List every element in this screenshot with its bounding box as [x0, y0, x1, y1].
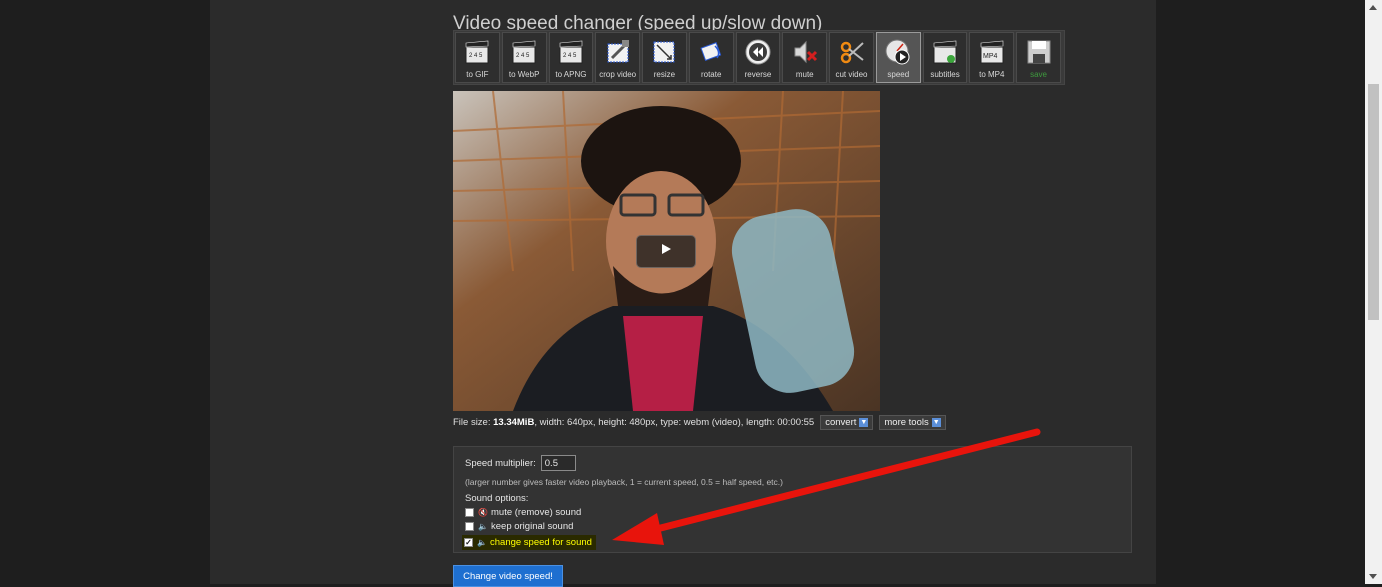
mute-sound-checkbox[interactable] [465, 508, 474, 517]
file-size: 13.34MiB [493, 417, 535, 428]
sound-option-keep[interactable]: 🔈 keep original sound [465, 521, 573, 532]
tool-to-webp[interactable]: 2 4 5 to WebP [501, 32, 547, 83]
tool-label: speed [887, 70, 910, 79]
tool-to-gif[interactable]: 2 4 5 to GIF [455, 32, 500, 83]
speed-hint: (larger number gives faster video playba… [465, 477, 783, 487]
tool-save[interactable]: save [1016, 32, 1061, 83]
sound-option-label: mute (remove) sound [491, 507, 582, 518]
rotate-icon [696, 37, 726, 67]
more-tools-button[interactable]: more tools ▼ [879, 415, 946, 430]
page-scrollbar[interactable] [1365, 0, 1382, 584]
tool-label: mute [795, 70, 814, 79]
more-tools-label: more tools [884, 417, 929, 428]
tool-label: save [1030, 70, 1048, 79]
play-button[interactable] [636, 235, 696, 268]
tool-label: subtitles [930, 70, 960, 79]
mute-icon [790, 37, 820, 67]
file-info: File size: 13.34MiB, width: 640px, heigh… [453, 415, 946, 430]
sound-option-change-speed[interactable]: 🔈 change speed for sound [462, 535, 596, 550]
scissors-icon [837, 37, 867, 67]
resize-icon [649, 37, 679, 67]
tool-toolbar: 2 4 5 to GIF 2 4 5 to WebP 2 4 5 to APNG… [453, 30, 1065, 85]
speedometer-icon [883, 37, 913, 67]
speed-multiplier-row: Speed multiplier: [465, 455, 576, 471]
tool-label: crop video [599, 70, 637, 79]
video-player[interactable] [453, 91, 880, 411]
tool-label: rotate [700, 70, 722, 79]
clapperboard-icon: 2 4 5 [556, 37, 586, 67]
sound-option-label: keep original sound [491, 521, 574, 532]
tool-label: to MP4 [979, 70, 1005, 79]
file-details: , width: 640px, height: 480px, type: web… [534, 417, 815, 428]
tool-crop-video[interactable]: crop video [595, 32, 641, 83]
download-arrow-icon: ▼ [859, 418, 869, 427]
tool-label: cut video [835, 70, 868, 79]
sound-options-label: Sound options: [465, 493, 529, 504]
svg-text:MP4: MP4 [983, 53, 998, 60]
tool-label: to APNG [555, 70, 587, 79]
tool-rotate[interactable]: rotate [688, 32, 734, 83]
tool-label: to WebP [508, 70, 540, 79]
speaker-muted-icon: 🔇 [478, 508, 488, 517]
convert-button[interactable]: convert ▼ [820, 415, 874, 430]
sound-option-label: change speed for sound [490, 537, 592, 548]
file-info-prefix: File size: [453, 417, 491, 428]
scrollbar-thumb[interactable] [1368, 84, 1379, 320]
tool-cut-video[interactable]: cut video [829, 32, 874, 83]
svg-text:2 4 5: 2 4 5 [469, 53, 483, 59]
speed-multiplier-input[interactable] [540, 455, 576, 471]
tool-mute[interactable]: mute [782, 32, 828, 83]
tool-resize[interactable]: resize [642, 32, 687, 83]
mp4-clapperboard-icon: MP4 [977, 37, 1007, 67]
tool-label: reverse [744, 70, 772, 79]
change-speed-sound-checkbox[interactable] [464, 538, 473, 547]
clapperboard-icon: 2 4 5 [462, 37, 492, 67]
svg-text:2 4 5: 2 4 5 [516, 53, 530, 59]
clapperboard-icon: 2 4 5 [509, 37, 539, 67]
play-icon [659, 242, 673, 261]
floppy-disk-icon [1024, 37, 1054, 67]
tool-label: to GIF [466, 70, 489, 79]
tool-subtitles[interactable]: subtitles [922, 32, 968, 83]
speaker-icon: 🔈 [478, 522, 488, 531]
speed-multiplier-label: Speed multiplier: [465, 457, 536, 469]
convert-label: convert [825, 417, 857, 428]
subtitles-icon [930, 37, 960, 67]
scroll-up-arrow-icon[interactable] [1369, 5, 1377, 10]
tool-to-apng[interactable]: 2 4 5 to APNG [548, 32, 594, 83]
download-arrow-icon: ▼ [931, 418, 941, 427]
sound-option-mute[interactable]: 🔇 mute (remove) sound [465, 507, 581, 518]
highlighted-option: 🔈 change speed for sound [462, 535, 596, 550]
speed-options-panel: Speed multiplier: (larger number gives f… [453, 446, 1132, 553]
crop-icon [603, 37, 633, 67]
svg-text:2 4 5: 2 4 5 [563, 53, 577, 59]
speaker-icon: 🔈 [477, 538, 487, 547]
scroll-down-arrow-icon[interactable] [1369, 574, 1377, 579]
tool-label: resize [653, 70, 676, 79]
keep-sound-checkbox[interactable] [465, 522, 474, 531]
tool-reverse[interactable]: reverse [735, 32, 781, 83]
tool-to-mp4[interactable]: MP4 to MP4 [969, 32, 1015, 83]
reverse-icon [743, 37, 773, 67]
tool-speed[interactable]: speed [875, 32, 921, 83]
